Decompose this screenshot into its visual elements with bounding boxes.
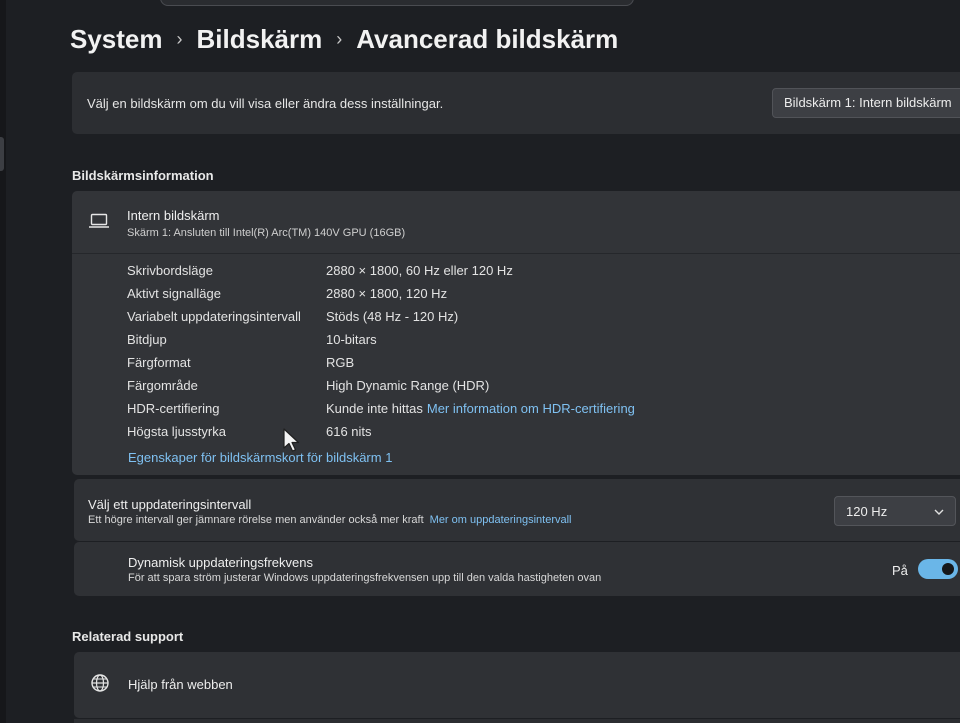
- refresh-rate-subtitle: Ett högre intervall ger jämnare rörelse …: [88, 514, 572, 526]
- select-display-description: Välj en bildskärm om du vill visa eller …: [87, 96, 444, 111]
- property-value: 2880 × 1800, 60 Hz eller 120 Hz: [326, 263, 513, 278]
- help-from-web-item[interactable]: Hjälp från webben: [74, 652, 960, 718]
- breadcrumb-bildskarm[interactable]: Bildskärm: [197, 24, 323, 55]
- refresh-rate-dropdown[interactable]: 120 Hz: [834, 496, 956, 526]
- display-info-card: Intern bildskärm Skärm 1: Ansluten till …: [72, 191, 960, 475]
- property-label: Färgformat: [127, 355, 191, 370]
- toggle-state-label: På: [892, 563, 908, 578]
- toggle-knob: [942, 563, 954, 575]
- laptop-icon: [89, 213, 109, 228]
- dynamic-refresh-title: Dynamisk uppdateringsfrekvens: [128, 555, 313, 570]
- refresh-rate-selected: 120 Hz: [846, 504, 888, 519]
- select-display-card: Välj en bildskärm om du vill visa eller …: [72, 72, 960, 134]
- property-row: Variabelt uppdateringsintervall Stöds (4…: [127, 309, 635, 332]
- property-value: RGB: [326, 355, 355, 370]
- nav-selection-indicator: [0, 137, 4, 171]
- chevron-right-icon: ›: [176, 28, 183, 49]
- dynamic-refresh-toggle[interactable]: [918, 559, 958, 579]
- property-row: Färgområde High Dynamic Range (HDR): [127, 378, 635, 401]
- refresh-rate-title: Välj ett uppdateringsintervall: [88, 497, 252, 512]
- next-support-item[interactable]: [74, 719, 960, 723]
- property-label: Aktivt signalläge: [127, 286, 221, 301]
- display-select-dropdown[interactable]: Bildskärm 1: Intern bildskärm: [772, 88, 960, 118]
- dynamic-refresh-subtitle: För att spara ström justerar Windows upp…: [128, 572, 602, 584]
- page-title: Avancerad bildskärm: [356, 23, 619, 54]
- hdr-certification-link[interactable]: Mer information om HDR-certifiering: [427, 401, 635, 424]
- refresh-rate-card: Välj ett uppdateringsintervall Ett högre…: [74, 479, 960, 541]
- chevron-down-icon: [934, 509, 944, 515]
- help-from-web-label: Hjälp från webben: [128, 677, 233, 692]
- property-value: Kunde inte hittas: [326, 401, 423, 416]
- globe-icon: [91, 674, 109, 692]
- breadcrumb: System › Bildskärm › Avancerad bildskärm: [70, 20, 618, 58]
- property-label: Variabelt uppdateringsintervall: [127, 309, 301, 324]
- breadcrumb-system[interactable]: System: [70, 24, 163, 55]
- property-value: High Dynamic Range (HDR): [326, 378, 490, 393]
- display-info-header: Intern bildskärm Skärm 1: Ansluten till …: [72, 191, 960, 254]
- property-value: Stöds (48 Hz - 120 Hz): [326, 309, 459, 324]
- chevron-right-icon: ›: [336, 28, 343, 49]
- property-row: Aktivt signalläge 2880 × 1800, 120 Hz: [127, 286, 635, 309]
- property-label: Färgområde: [127, 378, 198, 393]
- display-adapter-properties-link[interactable]: Egenskaper för bildskärmskort för bildsk…: [128, 450, 392, 465]
- monitor-name: Intern bildskärm: [127, 208, 220, 223]
- property-row: Högsta ljusstyrka 616 nits: [127, 424, 635, 447]
- property-row: HDR-certifiering Kunde inte hittas Mer i…: [127, 401, 635, 424]
- property-label: Skrivbordsläge: [127, 263, 213, 278]
- search-box[interactable]: [160, 0, 634, 6]
- window-left-edge: [0, 0, 6, 723]
- refresh-rate-info-link[interactable]: Mer om uppdateringsintervall: [430, 514, 572, 526]
- refresh-rate-description: Ett högre intervall ger jämnare rörelse …: [88, 514, 424, 526]
- section-title-related-support: Relaterad support: [72, 629, 184, 644]
- section-title-display-info: Bildskärmsinformation: [72, 168, 214, 183]
- property-label: Bitdjup: [127, 332, 167, 347]
- property-value: 10-bitars: [326, 332, 377, 347]
- display-properties-list: Skrivbordsläge 2880 × 1800, 60 Hz eller …: [127, 263, 635, 447]
- mouse-cursor-icon: [283, 428, 300, 452]
- property-label: HDR-certifiering: [127, 401, 220, 416]
- property-value: 2880 × 1800, 120 Hz: [326, 286, 448, 301]
- property-value: 616 nits: [326, 424, 372, 439]
- property-row: Skrivbordsläge 2880 × 1800, 60 Hz eller …: [127, 263, 635, 286]
- property-row: Färgformat RGB: [127, 355, 635, 378]
- monitor-subtitle: Skärm 1: Ansluten till Intel(R) Arc(TM) …: [127, 227, 406, 239]
- dynamic-refresh-card: Dynamisk uppdateringsfrekvens För att sp…: [74, 542, 960, 596]
- property-row: Bitdjup 10-bitars: [127, 332, 635, 355]
